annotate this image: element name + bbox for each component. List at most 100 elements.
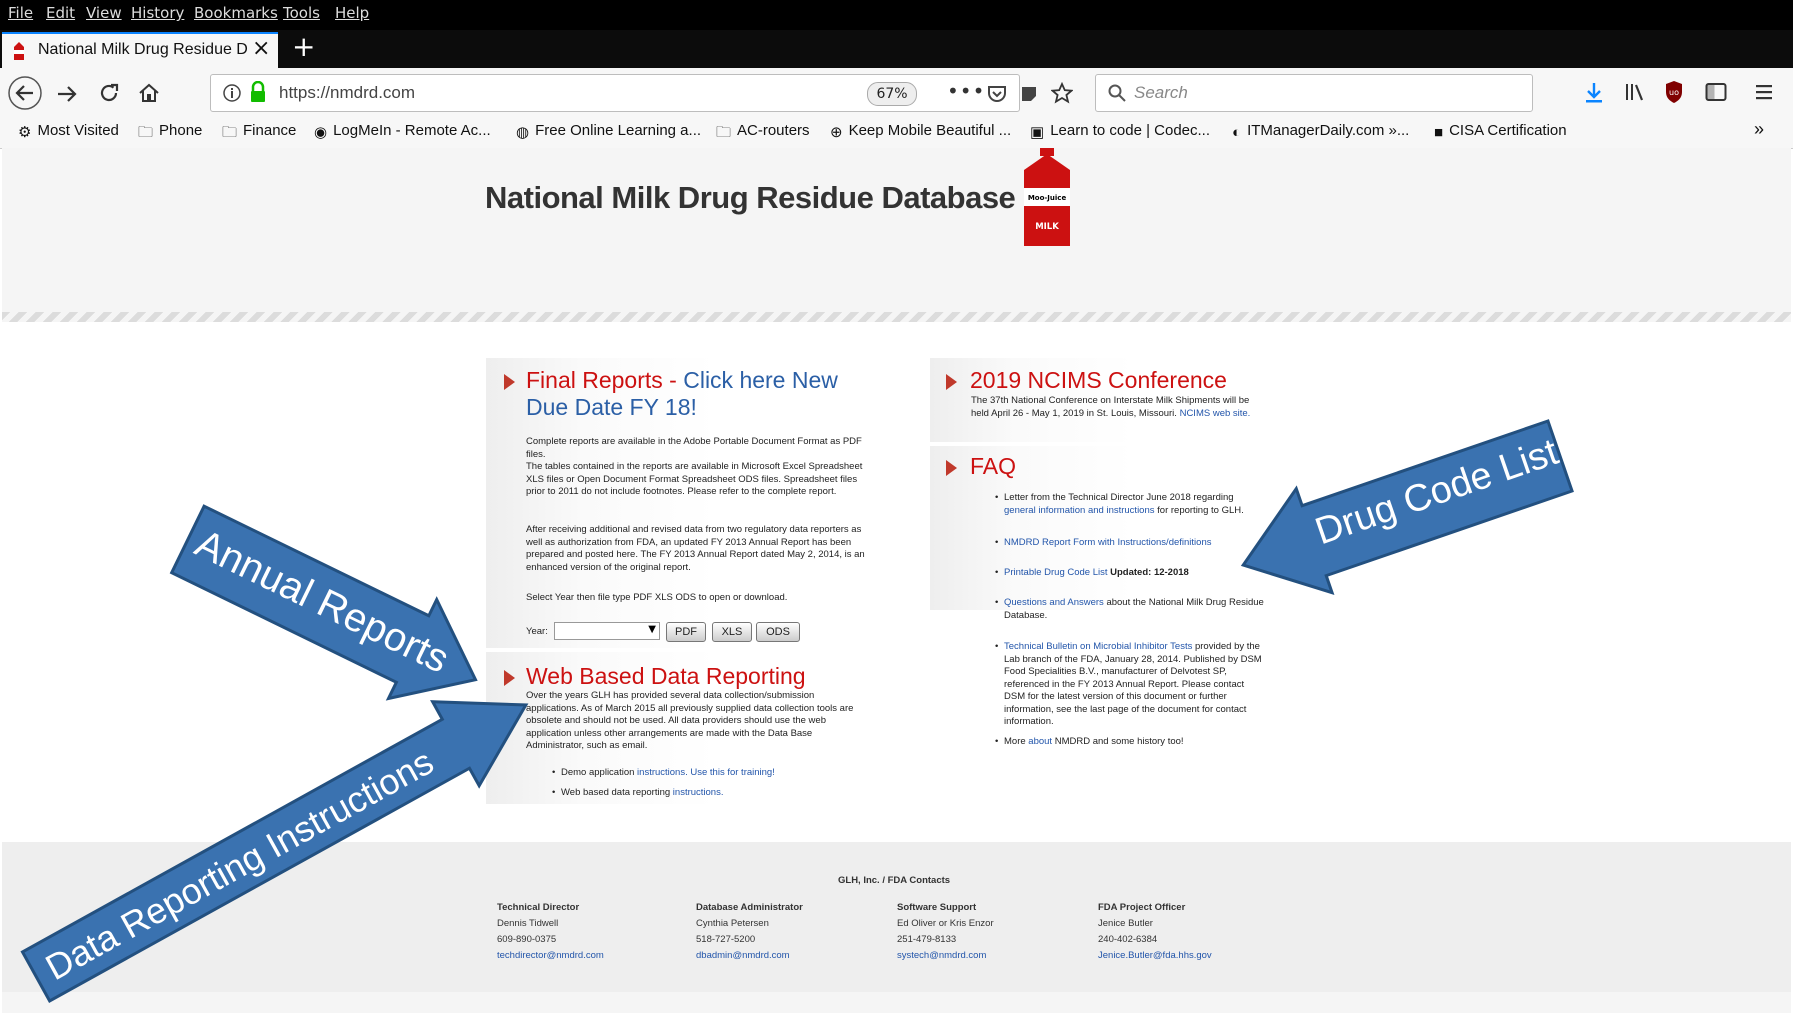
url-text: https://nmdrd.com bbox=[279, 83, 416, 102]
bookmark-folder-ac-routers[interactable]: 🗀 AC-routers bbox=[716, 122, 810, 147]
tab-active[interactable]: National Milk Drug Residue Dat × bbox=[2, 32, 278, 68]
technical-bulletin-link[interactable]: Technical Bulletin on Microbial Inhibito… bbox=[1004, 641, 1192, 652]
pdf-button[interactable]: PDF bbox=[666, 622, 706, 642]
cisa-icon: ■ bbox=[1434, 124, 1444, 141]
header-divider bbox=[2, 312, 1791, 322]
contact-db-admin: Database Administrator Cynthia Petersen … bbox=[696, 902, 803, 961]
faq-title: FAQ bbox=[970, 453, 1017, 479]
web-reporting-title: Web Based Data Reporting bbox=[526, 663, 806, 689]
bookmark-free-online-learning[interactable]: ◍ Free Online Learning a... bbox=[516, 122, 701, 141]
bookmark-star-icon[interactable] bbox=[1051, 82, 1073, 104]
general-info-link[interactable]: general information and instructions bbox=[1004, 505, 1155, 516]
bookmark-folder-finance[interactable]: 🗀 Finance bbox=[222, 122, 296, 147]
tab-title: National Milk Drug Residue Dat bbox=[38, 41, 248, 58]
back-icon[interactable] bbox=[8, 76, 42, 110]
web-reporting-instructions-link[interactable]: instructions. bbox=[673, 787, 724, 798]
address-bar[interactable]: https://nmdrd.com 67% ••• bbox=[210, 74, 1073, 112]
forward-icon[interactable] bbox=[56, 83, 78, 105]
xls-button[interactable]: XLS bbox=[712, 622, 752, 642]
drug-code-list-link[interactable]: Printable Drug Code List bbox=[1004, 567, 1108, 578]
demo-instructions-link[interactable]: instructions. Use this for training! bbox=[637, 767, 775, 778]
secure-lock-icon[interactable] bbox=[249, 81, 267, 103]
bookmark-itmanagerdaily[interactable]: ◐ ITManagerDaily.com »... bbox=[1232, 122, 1409, 141]
reload-icon[interactable] bbox=[98, 82, 120, 104]
list-item: Web based data reporting instructions. bbox=[552, 787, 861, 800]
bookmark-most-visited[interactable]: ⚙ Most Visited bbox=[18, 122, 119, 141]
menu-tools[interactable]: Tools bbox=[283, 4, 320, 22]
itmanager-icon: ◐ bbox=[1232, 124, 1242, 141]
downloads-icon[interactable] bbox=[1584, 82, 1604, 104]
bookmarks-overflow-icon[interactable]: » bbox=[1754, 119, 1764, 140]
year-label: Year: bbox=[526, 626, 548, 637]
email-link[interactable]: Jenice.Butler@fda.hhs.gov bbox=[1098, 950, 1212, 961]
pocket-icon[interactable] bbox=[987, 84, 1007, 104]
milk-carton-favicon-icon bbox=[14, 42, 24, 60]
svg-text:uo: uo bbox=[1669, 88, 1679, 97]
contact-software-support: Software Support Ed Oliver or Kris Enzor… bbox=[897, 902, 994, 961]
zoom-level-badge[interactable]: 67% bbox=[867, 82, 917, 106]
list-item: Technical Bulletin on Microbial Inhibito… bbox=[995, 641, 1264, 729]
page-actions-icon[interactable]: ••• bbox=[947, 79, 985, 103]
close-tab-icon[interactable]: × bbox=[252, 36, 270, 61]
library-icon[interactable] bbox=[1624, 82, 1646, 102]
list-item: More about NMDRD and some history too! bbox=[995, 736, 1264, 749]
questions-answers-link[interactable]: Questions and Answers bbox=[1004, 597, 1104, 608]
conference-text: The 37th National Conference on Intersta… bbox=[971, 395, 1251, 419]
bookmark-codecademy[interactable]: ▣ Learn to code | Codec... bbox=[1030, 122, 1210, 141]
bookmark-cisa[interactable]: ■ CISA Certification bbox=[1434, 122, 1567, 141]
red-arrow-bullet-icon bbox=[946, 374, 957, 390]
ublock-icon[interactable]: uo bbox=[1664, 80, 1684, 104]
final-reports-p1: Complete reports are available in the Ad… bbox=[526, 436, 862, 460]
bookmark-keep-mobile[interactable]: ⊕ Keep Mobile Beautiful ... bbox=[830, 122, 1011, 141]
menu-history[interactable]: History bbox=[131, 4, 184, 22]
chevron-down-icon: ▼ bbox=[648, 624, 656, 635]
about-link[interactable]: about bbox=[1028, 736, 1052, 747]
email-link[interactable]: dbadmin@nmdrd.com bbox=[696, 950, 790, 961]
red-arrow-bullet-icon bbox=[946, 460, 957, 476]
year-select[interactable]: ▼ bbox=[554, 622, 660, 640]
menu-help[interactable]: Help bbox=[335, 4, 369, 22]
screenshot-icon[interactable] bbox=[1019, 84, 1039, 104]
site-title: National Milk Drug Residue Database bbox=[485, 180, 1016, 215]
email-link[interactable]: systech@nmdrd.com bbox=[897, 950, 986, 961]
list-item: Demo application instructions. Use this … bbox=[552, 767, 861, 780]
report-form-link[interactable]: NMDRD Report Form with Instructions/defi… bbox=[1004, 537, 1211, 548]
footer-heading: GLH, Inc. / FDA Contacts bbox=[838, 875, 951, 886]
web-reporting-p1: Over the years GLH has provided several … bbox=[526, 690, 854, 751]
email-link[interactable]: techdirector@nmdrd.com bbox=[497, 950, 604, 961]
bookmarks-toolbar: ⚙ Most Visited 🗀 Phone 🗀 Finance ◉ LogMeIn -… bbox=[0, 118, 1793, 149]
final-reports-p4: Select Year then file type PDF XLS ODS t… bbox=[526, 592, 788, 603]
ods-button[interactable]: ODS bbox=[756, 622, 800, 642]
home-icon[interactable] bbox=[138, 82, 160, 104]
list-item: Printable Drug Code List Updated: 12-201… bbox=[995, 567, 1264, 580]
contact-tech-director: Technical Director Dennis Tidwell 609-89… bbox=[497, 902, 604, 961]
search-icon bbox=[1108, 84, 1126, 102]
search-bar[interactable]: Search bbox=[1095, 74, 1533, 112]
logmein-icon: ◉ bbox=[314, 124, 328, 141]
search-placeholder: Search bbox=[1134, 83, 1188, 102]
list-item: Questions and Answers about the National… bbox=[995, 597, 1264, 622]
folder-icon: 🗀 bbox=[716, 124, 732, 141]
red-arrow-bullet-icon bbox=[504, 374, 515, 390]
hamburger-menu-icon[interactable] bbox=[1754, 82, 1774, 102]
bookmark-logmein[interactable]: ◉ LogMeIn - Remote Ac... bbox=[314, 122, 491, 141]
bookmark-folder-phone[interactable]: 🗀 Phone bbox=[138, 122, 202, 147]
new-tab-icon[interactable]: + bbox=[292, 30, 315, 63]
folder-icon: 🗀 bbox=[222, 124, 238, 141]
ncims-website-link[interactable]: NCIMS web site. bbox=[1180, 408, 1251, 419]
milk-carton-logo: Moo-Juice MILK bbox=[1024, 148, 1070, 246]
svg-text:Moo-Juice: Moo-Juice bbox=[1028, 194, 1067, 202]
conference-title: 2019 NCIMS Conference bbox=[970, 367, 1227, 393]
final-reports-link[interactable]: Click here New bbox=[683, 367, 838, 393]
info-icon[interactable] bbox=[223, 84, 241, 102]
menu-view[interactable]: View bbox=[86, 4, 122, 22]
final-reports-p3: After receiving additional and revised d… bbox=[526, 524, 865, 573]
final-reports-p2: The tables contained in the reports are … bbox=[526, 461, 863, 497]
globe-icon: ◍ bbox=[516, 124, 530, 141]
sidebar-icon[interactable] bbox=[1705, 82, 1727, 102]
menu-file[interactable]: File bbox=[8, 4, 33, 22]
menu-bar: File Edit View History Bookmarks Tools H… bbox=[0, 0, 1793, 30]
menu-bookmarks[interactable]: Bookmarks bbox=[194, 4, 278, 22]
menu-edit[interactable]: Edit bbox=[46, 4, 75, 22]
due-date-link[interactable]: Due Date FY 18! bbox=[526, 394, 697, 420]
